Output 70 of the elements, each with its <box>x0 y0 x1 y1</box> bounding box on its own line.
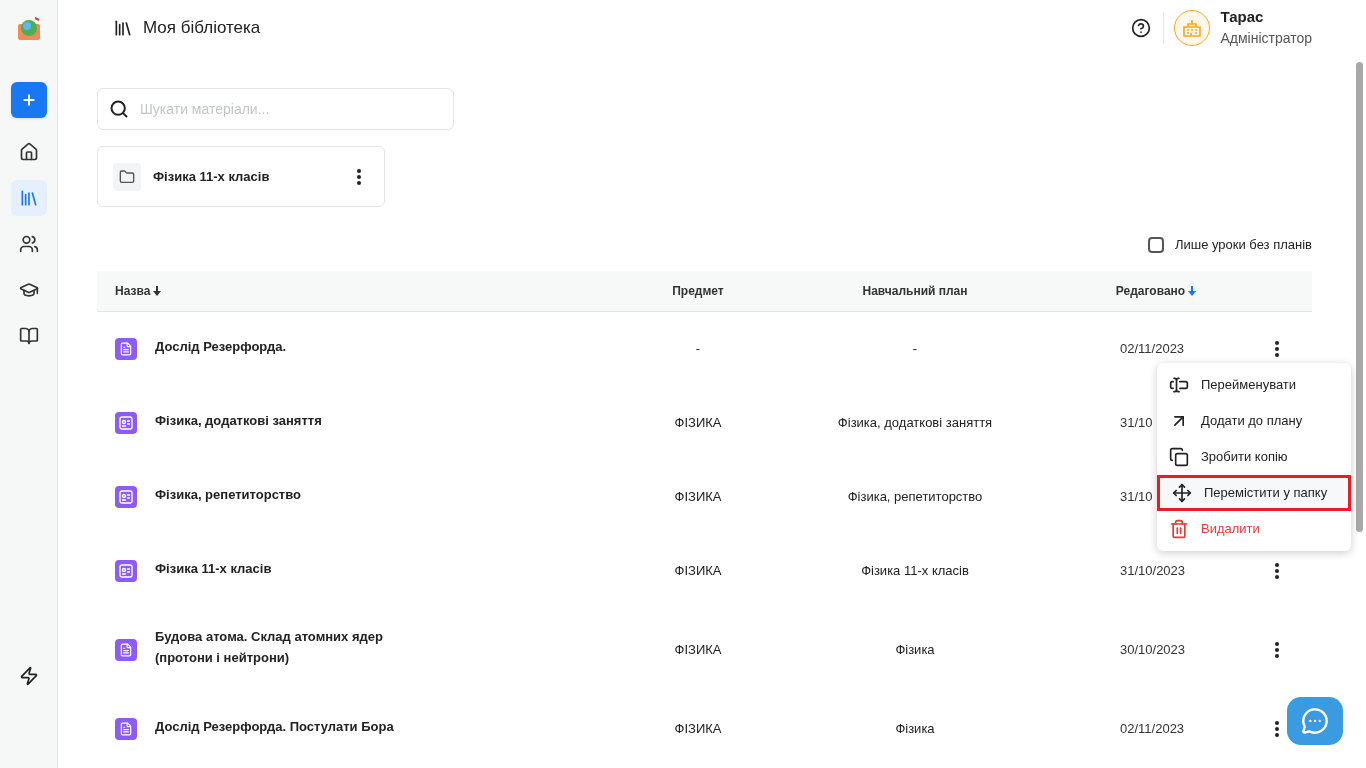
date-cell-text: 31/10/2023 <box>1120 562 1186 581</box>
add-icon <box>20 92 37 108</box>
menu-item[interactable]: Перемістити у папку <box>1157 475 1351 511</box>
plan-cell-text: Фізика, репетиторство <box>847 488 983 507</box>
lesson-title[interactable]: Фізика, репетиторство <box>155 483 425 505</box>
school-icon <box>1182 19 1203 37</box>
subject-cell-text: ФІЗИКА <box>674 720 722 739</box>
date-cell-text: 31/10 <box>1120 488 1153 507</box>
more-icon <box>1274 341 1279 357</box>
rename-icon <box>1169 375 1189 395</box>
chat-icon <box>1301 707 1329 735</box>
plan-cell-text: Фізика, додаткові заняття <box>837 414 993 433</box>
lesson-title[interactable]: Дослід Резерфорда. <box>155 335 425 357</box>
date-cell-text: 02/11/2023 <box>1120 340 1185 359</box>
date-cell-text: 31/10 <box>1120 414 1153 433</box>
folder-card[interactable]: Фізика 11-х класів <box>97 146 385 207</box>
more-icon <box>357 168 361 185</box>
plan-cell-text: Фізика <box>895 720 935 739</box>
document-icon <box>115 718 137 740</box>
graduation-cap-icon <box>18 280 39 300</box>
page-title: Моя бібліотека <box>143 17 261 40</box>
document-icon <box>115 338 137 360</box>
more-icon <box>1274 642 1279 658</box>
date-cell-text: 02/11/2023 <box>1120 720 1185 739</box>
search-icon <box>109 99 129 119</box>
subject-cell-text: ФІЗИКА <box>674 562 722 581</box>
trash-icon <box>1169 519 1189 539</box>
library-nav[interactable] <box>10 180 47 216</box>
menu-item[interactable]: Видалити <box>1157 511 1351 547</box>
search-field[interactable]: Шукати матеріали... <box>97 88 454 130</box>
column-header[interactable]: Редаговано <box>1115 282 1186 300</box>
plan-cell-text: Фізика 11-х класів <box>861 562 969 581</box>
home-icon <box>18 142 39 162</box>
scrollbar[interactable] <box>1356 62 1363 532</box>
subject-cell-text: ФІЗИКА <box>674 414 722 433</box>
folder-icon <box>113 162 141 191</box>
lightning-icon <box>18 666 39 686</box>
column-header: Предмет <box>672 283 724 300</box>
more-icon <box>1274 563 1279 579</box>
menu-item[interactable]: Перейменувати <box>1157 367 1351 403</box>
create-button[interactable] <box>10 82 47 118</box>
lesson-title[interactable]: Будова атома. Склад атомних ядер (протони і нейтрони) <box>155 626 425 668</box>
column-header: Навчальний план <box>862 283 968 300</box>
folder-name: Фізика 11-х класів <box>153 167 271 186</box>
subject-cell-text: ФІЗИКА <box>674 488 722 507</box>
plan-icon <box>115 412 137 434</box>
menu-item[interactable]: Додати до плану <box>1157 403 1351 439</box>
library-icon <box>113 18 133 38</box>
checkbox-label: Лише уроки без планів <box>1174 236 1312 255</box>
plan-icon <box>115 486 137 508</box>
user-name: Тарас <box>1220 8 1265 28</box>
document-icon <box>115 639 137 661</box>
subject-cell-text: - <box>695 340 701 359</box>
menu-item[interactable]: Зробити копію <box>1157 439 1351 475</box>
checkbox[interactable] <box>1147 237 1164 253</box>
copy-icon <box>1169 447 1189 467</box>
user-role: Адміністратор <box>1220 30 1312 48</box>
move-icon <box>1172 483 1192 503</box>
plan-icon <box>115 560 137 582</box>
people-icon <box>18 234 39 254</box>
plan-cell-text: Фізика <box>895 641 935 660</box>
lesson-title[interactable]: Дослід Резерфорда. Постулати Бора <box>155 715 425 737</box>
book-icon <box>18 326 39 346</box>
more-icon <box>1274 721 1279 737</box>
lesson-title[interactable]: Фізика 11-х класів <box>155 557 425 579</box>
subject-cell-text: ФІЗИКА <box>674 641 722 660</box>
lesson-title[interactable]: Фізика, додаткові заняття <box>155 409 425 431</box>
date-cell-text: 30/10/2023 <box>1120 641 1186 660</box>
plan-cell-text: - <box>912 340 918 359</box>
column-header[interactable]: Назва <box>115 282 151 300</box>
